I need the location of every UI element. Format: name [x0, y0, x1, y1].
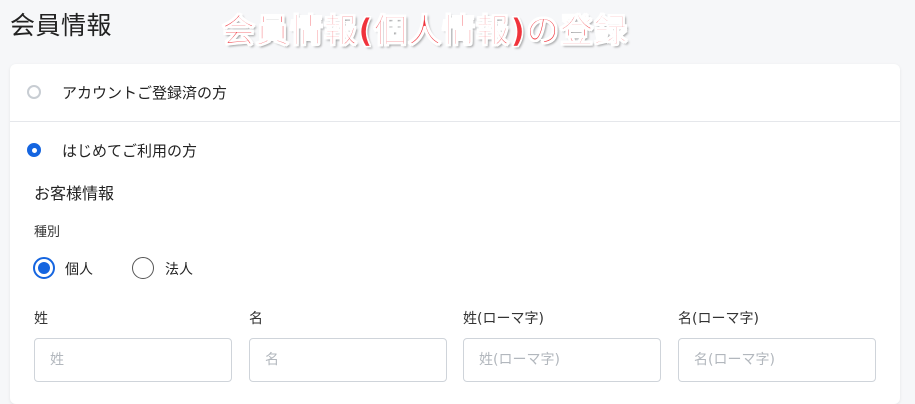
membership-form-card: アカウントご登録済の方 はじめてご利用の方 お客様情報 種別 個人 法人 姓 名…: [10, 64, 900, 404]
option-existing-account[interactable]: アカウントご登録済の方: [10, 78, 900, 106]
customer-info-heading: お客様情報: [34, 184, 115, 203]
first-name-input[interactable]: [249, 338, 447, 382]
corporate-label[interactable]: 法人: [165, 259, 193, 279]
first-name-roman-label: 名(ローマ字): [678, 311, 759, 327]
option-first-time[interactable]: はじめてご利用の方: [10, 136, 900, 164]
first-name-roman-input[interactable]: [678, 338, 876, 382]
last-name-input[interactable]: [34, 338, 232, 382]
individual-radio[interactable]: [33, 257, 55, 279]
page-title: 会員情報: [10, 11, 113, 40]
last-name-label: 姓: [34, 311, 48, 327]
last-name-roman-label: 姓(ローマ字): [463, 311, 544, 327]
first-time-label[interactable]: はじめてご利用の方: [62, 140, 197, 161]
first-name-label: 名: [249, 311, 263, 327]
annotation-banner: 会員情報(個人情報)の登録: [221, 11, 629, 51]
first-time-radio[interactable]: [27, 143, 41, 157]
last-name-roman-input[interactable]: [463, 338, 661, 382]
divider: [10, 121, 900, 122]
individual-label[interactable]: 個人: [65, 259, 93, 279]
type-label: 種別: [34, 225, 61, 240]
existing-account-label[interactable]: アカウントご登録済の方: [62, 82, 227, 103]
corporate-radio[interactable]: [132, 257, 154, 279]
existing-account-radio[interactable]: [27, 85, 41, 99]
